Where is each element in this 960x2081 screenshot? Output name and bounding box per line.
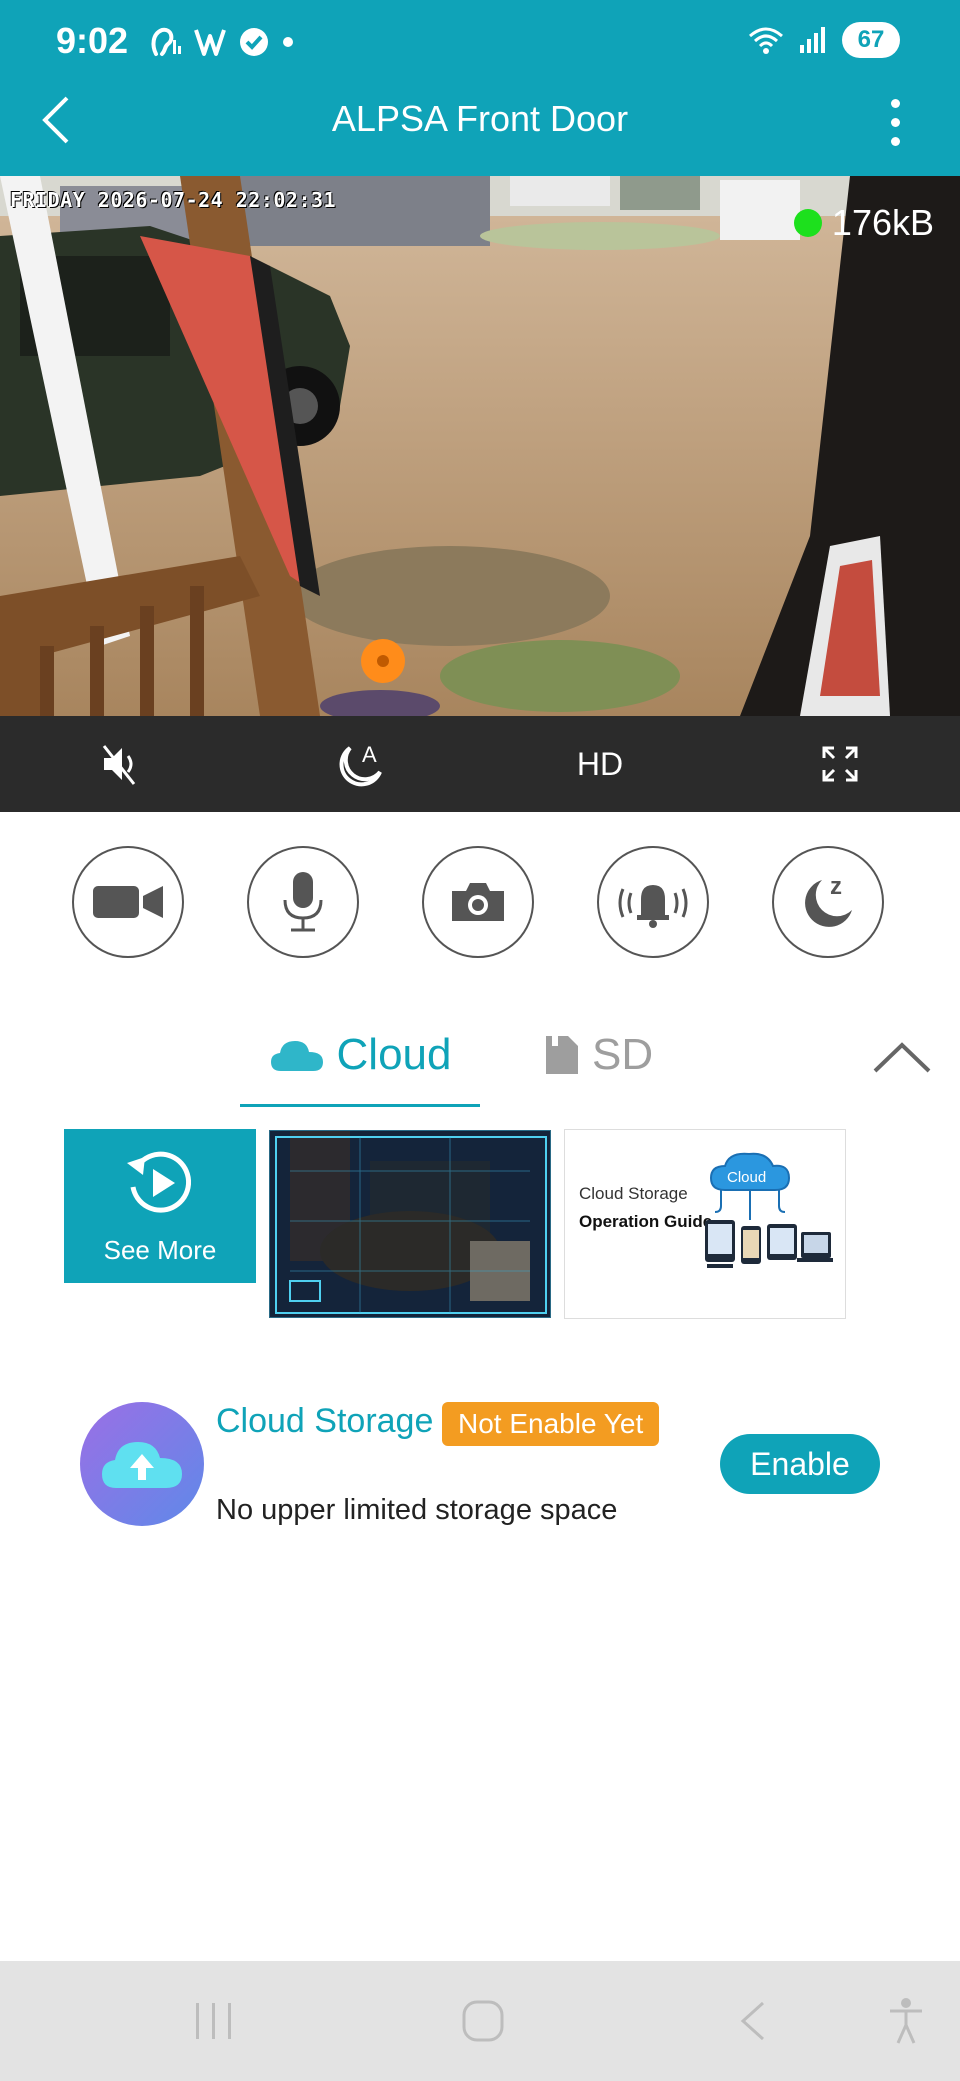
tab-cloud-label: Cloud bbox=[336, 1030, 452, 1079]
video-control-bar: A HD bbox=[0, 716, 960, 812]
live-video[interactable]: FRIDAY 2026-07-24 22:02:31 176kB bbox=[0, 176, 960, 716]
home-button[interactable] bbox=[443, 1991, 523, 2051]
guide-cloud-label: Cloud bbox=[727, 1169, 766, 1186]
video-camera-icon bbox=[93, 886, 163, 918]
check-circle-icon bbox=[240, 28, 268, 56]
cloud-devices-diagram: Cloud bbox=[705, 1152, 833, 1268]
cloud-video-thumbnail[interactable] bbox=[269, 1130, 551, 1318]
more-options-button[interactable] bbox=[870, 92, 920, 152]
storage-tabs: Cloud SD bbox=[0, 1010, 960, 1110]
record-button[interactable] bbox=[72, 846, 184, 958]
recent-apps-icon bbox=[196, 2003, 231, 2039]
chevron-up-icon bbox=[873, 1042, 931, 1073]
speaker-muted-icon bbox=[102, 745, 136, 785]
more-dot-icon bbox=[890, 117, 900, 127]
video-preview-image bbox=[270, 1131, 550, 1317]
status-time: 9:02 bbox=[56, 20, 129, 61]
video-timestamp: FRIDAY 2026-07-24 22:02:31 bbox=[10, 188, 337, 212]
sleep-mode-button[interactable]: z bbox=[772, 846, 884, 958]
quality-toggle[interactable]: HD bbox=[540, 716, 660, 812]
alarm-bell-icon bbox=[618, 885, 688, 928]
status-badge: Not Enable Yet bbox=[442, 1402, 660, 1446]
enable-button[interactable]: Enable bbox=[720, 1434, 880, 1494]
promo-description: No upper limited storage space bbox=[216, 1494, 618, 1526]
active-tab-indicator bbox=[240, 1104, 480, 1107]
tab-sd[interactable]: SD bbox=[544, 1010, 653, 1100]
talk-button[interactable] bbox=[247, 846, 359, 958]
accessibility-icon bbox=[890, 1998, 922, 2044]
see-more-label: See More bbox=[103, 1234, 217, 1265]
svg-text:A: A bbox=[362, 742, 377, 767]
fullscreen-button[interactable] bbox=[780, 716, 900, 812]
bitrate-indicator: 176kB bbox=[793, 202, 934, 244]
app-header: 9:02 67 ALPSA Front Door bbox=[0, 0, 960, 176]
guide-title-line2: Operation Guide bbox=[579, 1212, 713, 1231]
mail-icon bbox=[194, 29, 226, 56]
signal-icon bbox=[800, 27, 825, 53]
recent-apps-button[interactable] bbox=[174, 1991, 254, 2051]
promo-title: Cloud Storage bbox=[216, 1402, 434, 1440]
system-nav-bar bbox=[0, 1961, 960, 2081]
notification-icons bbox=[146, 24, 296, 60]
cloud-icon bbox=[270, 1041, 323, 1071]
collapse-button[interactable] bbox=[872, 1032, 932, 1082]
tab-cloud[interactable]: Cloud bbox=[240, 1010, 480, 1100]
operation-guide-card[interactable]: Cloud Storage Operation Guide Cloud bbox=[564, 1129, 846, 1319]
microphone-icon bbox=[283, 872, 323, 932]
bitrate-value: 176kB bbox=[831, 202, 934, 243]
action-buttons: z bbox=[0, 846, 960, 958]
system-back-button[interactable] bbox=[712, 1991, 792, 2051]
home-icon bbox=[462, 2000, 504, 2042]
auto-night-mode-icon: A bbox=[339, 742, 382, 787]
mute-button[interactable] bbox=[60, 716, 180, 812]
fullscreen-icon bbox=[822, 746, 858, 782]
svg-text:z: z bbox=[830, 873, 842, 900]
see-more-button[interactable]: See More bbox=[64, 1129, 256, 1283]
auto-night-button[interactable]: A bbox=[300, 716, 420, 812]
alarm-button[interactable] bbox=[597, 846, 709, 958]
cloud-storage-promo: Cloud Storage Not Enable Yet No upper li… bbox=[80, 1402, 900, 1526]
sleep-moon-icon: z bbox=[805, 873, 852, 927]
ear-icon bbox=[151, 27, 181, 56]
status-right: 67 bbox=[748, 22, 900, 58]
live-status-dot bbox=[793, 209, 822, 237]
cloud-upload-icon bbox=[80, 1402, 204, 1526]
more-dot-icon bbox=[890, 136, 900, 146]
back-arrow-icon bbox=[740, 2001, 765, 2041]
page-title: ALPSA Front Door bbox=[331, 98, 629, 139]
quality-label: HD bbox=[576, 745, 624, 782]
replay-icon bbox=[127, 1151, 192, 1213]
snapshot-button[interactable] bbox=[422, 846, 534, 958]
battery-indicator: 67 bbox=[842, 22, 900, 58]
tab-sd-label: SD bbox=[592, 1030, 654, 1079]
accessibility-button[interactable] bbox=[866, 1991, 946, 2051]
wifi-icon bbox=[749, 27, 783, 54]
camera-icon bbox=[452, 883, 504, 921]
camera-scene bbox=[0, 176, 960, 716]
dot-icon bbox=[283, 37, 293, 47]
guide-title-line1: Cloud Storage bbox=[579, 1184, 688, 1203]
sd-card-icon bbox=[546, 1036, 578, 1074]
more-dot-icon bbox=[890, 98, 900, 108]
